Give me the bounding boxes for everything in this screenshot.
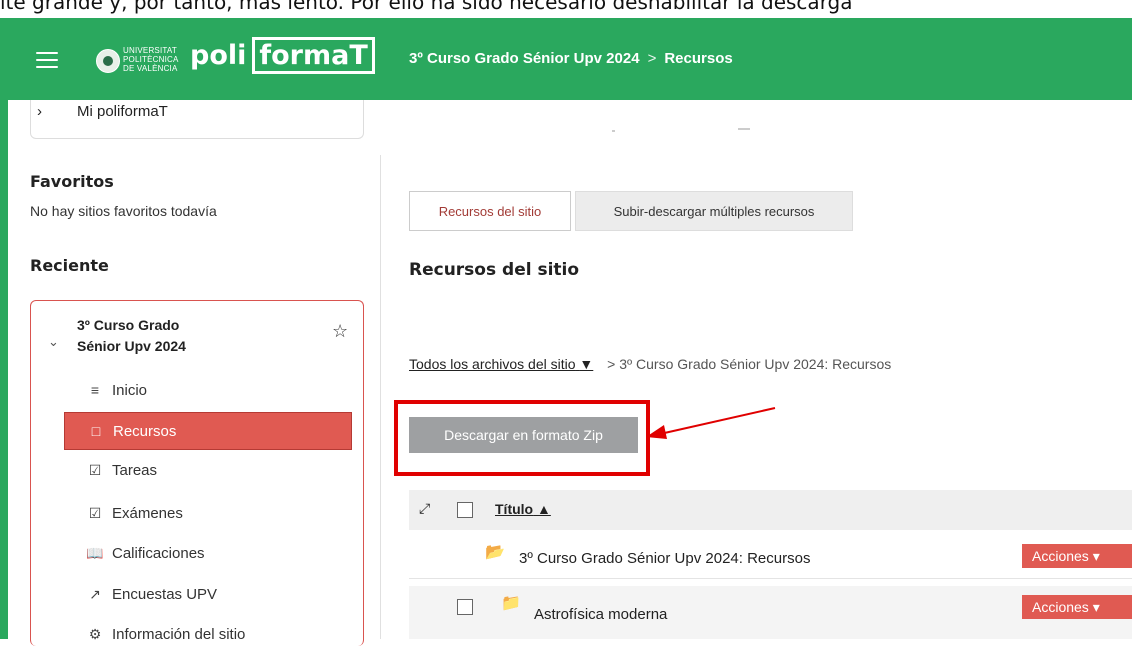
tasks-icon: ☑ [88, 462, 102, 478]
faint-marks [612, 128, 762, 132]
annotation-arrow [646, 407, 776, 439]
highlight-box [394, 400, 650, 476]
divider [380, 155, 381, 639]
breadcrumb-site[interactable]: 3º Curso Grado Sénior Upv 2024 [409, 50, 640, 67]
sidebar-item-informacion[interactable]: ⚙ Información del sitio [64, 616, 352, 654]
folder-open-icon: 📂 [485, 544, 505, 561]
breadcrumb: 3º Curso Grado Sénior Upv 2024 > Recursos [409, 50, 733, 67]
row-title[interactable]: 3º Curso Grado Sénior Upv 2024: Recursos [519, 550, 810, 567]
folder-icon: 📁 [501, 595, 521, 612]
title-column-header[interactable]: Título ▲ [495, 501, 551, 517]
sidebar-item-calificaciones[interactable]: 📖 Calificaciones [64, 535, 352, 573]
left-accent-bar [0, 100, 8, 639]
mi-poliformat-link[interactable]: › Mi poliformaT [30, 100, 364, 139]
path-current: > 3º Curso Grado Sénior Upv 2024: Recurs… [607, 356, 892, 372]
favorites-heading: Favoritos [30, 172, 114, 191]
tab-recursos-del-sitio[interactable]: Recursos del sitio [409, 191, 571, 231]
tab-subir-descargar[interactable]: Subir-descargar múltiples recursos [575, 191, 853, 231]
actions-button[interactable]: Acciones ▾ [1022, 595, 1132, 619]
chart-icon: ↗ [89, 586, 101, 602]
recent-heading: Reciente [30, 256, 109, 275]
select-all-checkbox[interactable] [457, 502, 473, 518]
document-text-strip: ite grande y, por tanto, más lento. Por … [0, 0, 853, 14]
caret-down-icon: ▼ [579, 356, 594, 372]
chevron-right-icon: › [37, 103, 42, 120]
sidebar-item-examenes[interactable]: ☑ Exámenes [64, 495, 352, 533]
university-seal-icon [96, 49, 120, 73]
list-icon: ≡ [90, 382, 100, 398]
sidebar-item-tareas[interactable]: ☑ Tareas [64, 452, 352, 490]
row-title[interactable]: Astrofísica moderna [534, 606, 667, 623]
book-icon: 📖 [86, 545, 104, 561]
exam-icon: ☑ [88, 505, 102, 521]
sidebar-item-recursos[interactable]: □ Recursos [64, 412, 352, 450]
star-icon[interactable]: ☆ [332, 321, 348, 342]
actions-button[interactable]: Acciones ▾ [1022, 544, 1132, 568]
sort-up-icon: ▲ [537, 501, 551, 517]
favorites-empty-text: No hay sitios favoritos todavía [30, 203, 217, 219]
folder-path: Todos los archivos del sitio ▼ > 3º Curs… [409, 356, 891, 372]
row-checkbox[interactable] [457, 599, 473, 615]
poliformat-logo[interactable]: poli formaT [190, 37, 375, 74]
expand-icon[interactable]: ⤢ [419, 500, 430, 517]
page-title: Recursos del sitio [409, 260, 580, 280]
breadcrumb-page: Recursos [664, 50, 733, 67]
table-header: ⤢ Título ▲ [409, 490, 1132, 530]
top-header: UNIVERSITAT POLITÈCNICA DE VALÈNCIA poli… [0, 18, 1132, 100]
gear-icon: ⚙ [88, 626, 102, 642]
sidebar-item-encuestas[interactable]: ↗ Encuestas UPV [64, 576, 352, 614]
university-name: UNIVERSITAT POLITÈCNICA DE VALÈNCIA [123, 46, 179, 73]
site-name[interactable]: 3º Curso Grado Sénior Upv 2024 [77, 315, 186, 357]
sidebar-item-inicio[interactable]: ≡ Inicio [64, 372, 352, 410]
folder-icon: □ [91, 423, 101, 439]
all-files-dropdown[interactable]: Todos los archivos del sitio ▼ [409, 356, 593, 372]
menu-icon[interactable] [36, 52, 58, 68]
chevron-down-icon[interactable]: ⌄ [48, 334, 59, 350]
